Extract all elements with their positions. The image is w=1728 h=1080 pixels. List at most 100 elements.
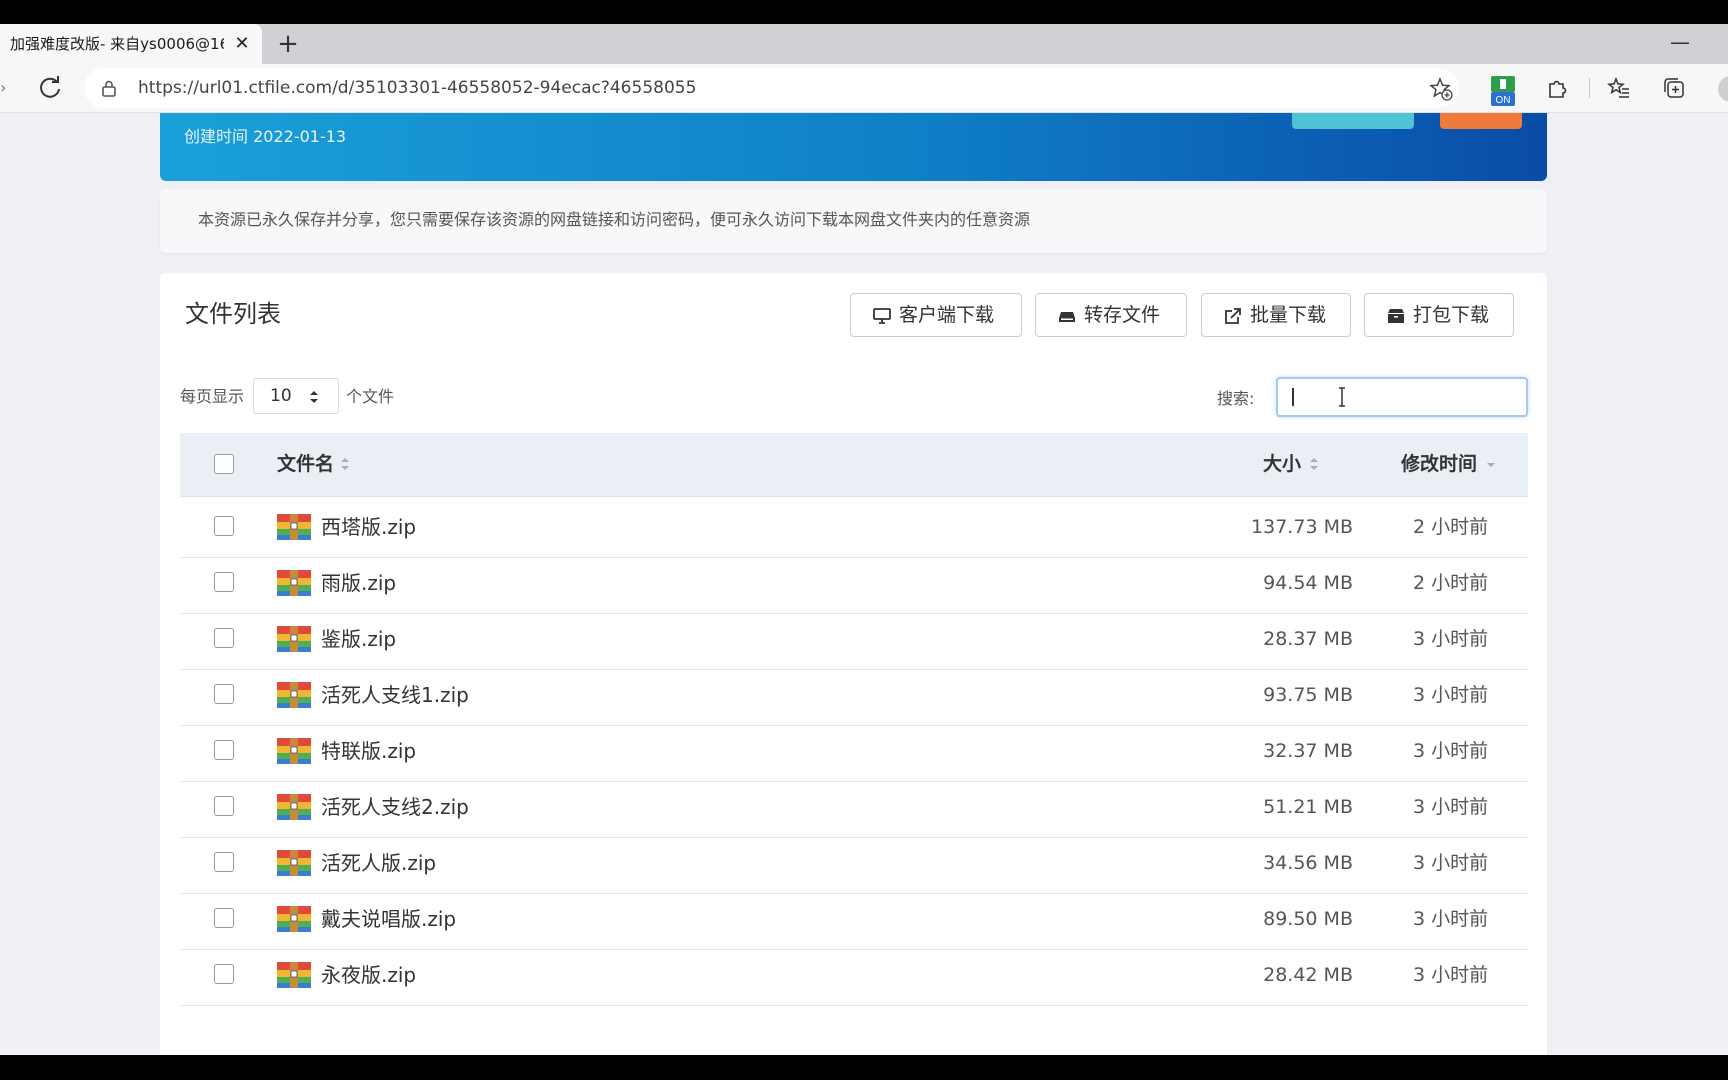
extension-badge: ON xyxy=(1496,95,1511,106)
file-size: 89.50 MB xyxy=(1263,908,1353,930)
file-size: 51.21 MB xyxy=(1263,796,1353,818)
profile-avatar[interactable] xyxy=(1718,76,1728,102)
table-row[interactable]: 永夜版.zip 28.42 MB 3 小时前 xyxy=(180,944,1528,1006)
search-label: 搜索: xyxy=(1217,389,1255,408)
table-row[interactable]: 鉴版.zip 28.37 MB 3 小时前 xyxy=(180,608,1528,670)
external-link-icon xyxy=(1225,308,1241,324)
search-input[interactable] xyxy=(1276,377,1528,417)
minimize-window-icon[interactable]: — xyxy=(1668,30,1692,54)
pack-download-label: 打包下载 xyxy=(1413,304,1490,326)
table-row[interactable]: 西塔版.zip 137.73 MB 2 小时前 xyxy=(180,496,1528,558)
file-modified-time: 3 小时前 xyxy=(1413,740,1489,762)
screen: 加强难度改版- 来自ys0006@163 ✕ + — › https://url… xyxy=(0,0,1728,1080)
row-checkbox[interactable] xyxy=(214,908,234,928)
row-checkbox[interactable] xyxy=(214,572,234,592)
file-name-link[interactable]: 西塔版.zip xyxy=(321,514,416,540)
column-header-size[interactable]: 大小 xyxy=(1263,452,1301,476)
extensions-icon[interactable] xyxy=(1545,76,1569,100)
tab-close-icon[interactable]: ✕ xyxy=(232,33,252,55)
zip-archive-icon xyxy=(277,961,311,989)
column-header-modified[interactable]: 修改时间 xyxy=(1401,452,1477,476)
tab-title: 加强难度改版- 来自ys0006@163 xyxy=(10,35,224,53)
per-page-prefix: 每页显示 xyxy=(180,387,245,406)
row-checkbox[interactable] xyxy=(214,852,234,872)
table-row[interactable]: 戴夫说唱版.zip 89.50 MB 3 小时前 xyxy=(180,888,1528,950)
pack-download-button[interactable]: 打包下载 xyxy=(1364,293,1514,337)
row-checkbox[interactable] xyxy=(214,740,234,760)
tab-strip: 加强难度改版- 来自ys0006@163 ✕ + — xyxy=(0,24,1728,64)
client-download-label: 客户端下载 xyxy=(899,304,995,326)
file-modified-time: 3 小时前 xyxy=(1413,684,1489,706)
text-cursor-icon xyxy=(1339,387,1345,407)
file-modified-time: 3 小时前 xyxy=(1413,796,1489,818)
file-name-link[interactable]: 鉴版.zip xyxy=(321,626,396,652)
file-size: 137.73 MB xyxy=(1251,516,1353,538)
file-list-title: 文件列表 xyxy=(185,300,281,328)
batch-download-label: 批量下载 xyxy=(1250,304,1327,326)
monitor-icon xyxy=(873,308,891,324)
file-modified-time: 3 小时前 xyxy=(1413,908,1489,930)
add-favorite-icon[interactable] xyxy=(1429,77,1453,101)
file-size: 93.75 MB xyxy=(1263,684,1353,706)
header-action-button[interactable] xyxy=(1292,113,1414,129)
file-name-link[interactable]: 雨版.zip xyxy=(321,570,396,596)
sort-icon[interactable] xyxy=(340,455,350,473)
save-files-button[interactable]: 转存文件 xyxy=(1035,293,1187,337)
header-download-button[interactable] xyxy=(1440,113,1522,129)
row-checkbox[interactable] xyxy=(214,796,234,816)
address-bar[interactable]: https://url01.ctfile.com/d/35103301-4655… xyxy=(84,68,1459,108)
sort-descending-icon[interactable] xyxy=(1486,455,1496,473)
file-name-link[interactable]: 戴夫说唱版.zip xyxy=(321,906,456,932)
text-caret xyxy=(1292,388,1294,406)
table-row[interactable]: 活死人支线1.zip 93.75 MB 3 小时前 xyxy=(180,664,1528,726)
collections-icon[interactable] xyxy=(1662,76,1686,100)
file-name-link[interactable]: 特联版.zip xyxy=(321,738,416,764)
column-header-name[interactable]: 文件名 xyxy=(277,452,334,476)
file-name-link[interactable]: 活死人版.zip xyxy=(321,850,436,876)
table-header: 文件名 大小 修改时间 xyxy=(180,433,1528,497)
file-modified-time: 2 小时前 xyxy=(1413,516,1489,538)
zip-archive-icon xyxy=(277,513,311,541)
table-row[interactable]: 活死人支线2.zip 51.21 MB 3 小时前 xyxy=(180,776,1528,838)
zip-archive-icon xyxy=(277,737,311,765)
row-checkbox[interactable] xyxy=(214,516,234,536)
browser-tab[interactable]: 加强难度改版- 来自ys0006@163 ✕ xyxy=(0,24,262,64)
select-all-checkbox[interactable] xyxy=(214,454,234,474)
client-download-button[interactable]: 客户端下载 xyxy=(850,293,1022,337)
file-size: 34.56 MB xyxy=(1263,852,1353,874)
browser-toolbar: › https://url01.ctfile.com/d/35103301-46… xyxy=(0,64,1728,113)
url-text[interactable]: https://url01.ctfile.com/d/35103301-4655… xyxy=(138,77,696,99)
file-list-panel: 文件列表 客户端下载 转存文件 批量下载 打包下载 每页显示 10 个文件 搜索… xyxy=(160,273,1547,1055)
save-files-label: 转存文件 xyxy=(1084,304,1161,326)
new-tab-icon[interactable]: + xyxy=(273,29,303,59)
back-icon[interactable]: › xyxy=(0,78,8,98)
archive-box-icon xyxy=(1388,309,1404,323)
file-name-link[interactable]: 永夜版.zip xyxy=(321,962,416,988)
row-checkbox[interactable] xyxy=(214,684,234,704)
zip-archive-icon xyxy=(277,681,311,709)
file-modified-time: 2 小时前 xyxy=(1413,572,1489,594)
file-name-link[interactable]: 活死人支线2.zip xyxy=(321,794,469,820)
row-checkbox[interactable] xyxy=(214,964,234,984)
batch-download-button[interactable]: 批量下载 xyxy=(1201,293,1351,337)
zip-archive-icon xyxy=(277,569,311,597)
table-row[interactable]: 特联版.zip 32.37 MB 3 小时前 xyxy=(180,720,1528,782)
file-name-link[interactable]: 活死人支线1.zip xyxy=(321,682,469,708)
extension-on-icon[interactable]: ON xyxy=(1490,76,1516,106)
reload-icon[interactable] xyxy=(36,74,64,102)
sort-icon[interactable] xyxy=(1309,455,1319,473)
lock-icon[interactable] xyxy=(100,79,118,97)
table-row[interactable]: 活死人版.zip 34.56 MB 3 小时前 xyxy=(180,832,1528,894)
file-modified-time: 3 小时前 xyxy=(1413,852,1489,874)
drive-icon xyxy=(1059,312,1075,322)
share-header-banner: 创建时间 2022-01-13 xyxy=(160,113,1547,181)
table-row[interactable]: 雨版.zip 94.54 MB 2 小时前 xyxy=(180,552,1528,614)
notice-panel: 本资源已永久保存并分享，您只需要保存该资源的网盘链接和访问密码，便可永久访问下载… xyxy=(160,189,1547,253)
per-page-select[interactable]: 10 xyxy=(253,378,339,414)
select-arrows-icon xyxy=(310,391,318,403)
favorites-icon[interactable] xyxy=(1607,76,1631,100)
row-checkbox[interactable] xyxy=(214,628,234,648)
created-date: 创建时间 2022-01-13 xyxy=(184,127,347,146)
web-page: 创建时间 2022-01-13 本资源已永久保存并分享，您只需要保存该资源的网盘… xyxy=(0,113,1728,1055)
notice-text: 本资源已永久保存并分享，您只需要保存该资源的网盘链接和访问密码，便可永久访问下载… xyxy=(198,210,1031,229)
